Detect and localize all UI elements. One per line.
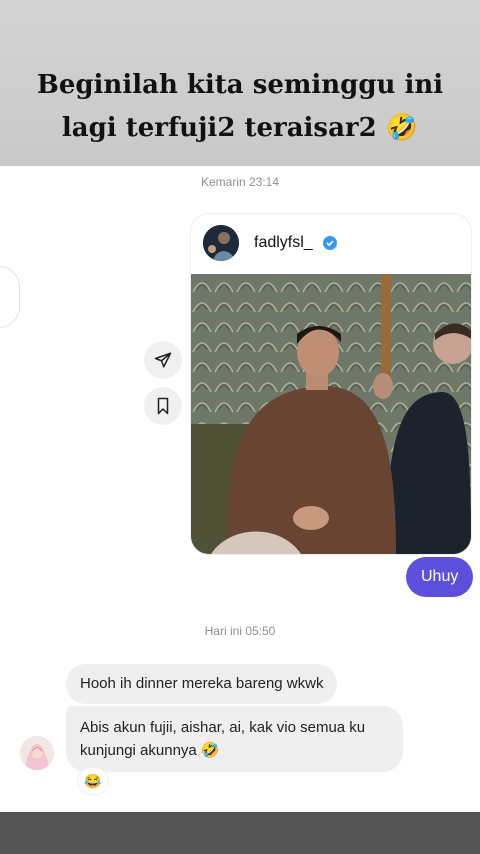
sent-message-bubble[interactable]: Uhuy: [406, 557, 474, 597]
bookmark-icon: [157, 397, 169, 415]
caption-line-1: Beginilah kita seminggu ini: [36, 70, 444, 100]
timestamp-yesterday: Kemarin 23:14: [200, 175, 280, 189]
post-username[interactable]: fadlyfsl_: [254, 234, 313, 252]
share-button[interactable]: [144, 341, 182, 379]
bottom-bar: [0, 812, 480, 854]
caption: Beginilah kita seminggu ini lagi terfuji…: [0, 64, 480, 150]
post-photo[interactable]: [191, 274, 471, 554]
caption-line-2: lagi terfuji2 teraisar2 🤣: [61, 113, 419, 143]
verified-badge-icon: [323, 236, 337, 250]
received-message-2[interactable]: Abis akun fujii, aishar, ai, kak vio sem…: [66, 706, 403, 772]
post-author-avatar[interactable]: [203, 225, 239, 261]
received-message-1[interactable]: Hooh ih dinner mereka bareng wkwk: [66, 664, 338, 704]
shared-post[interactable]: fadlyfsl_: [191, 214, 471, 554]
timestamp-today: Hari ini 05:50: [204, 624, 276, 638]
partial-left-element: [0, 266, 20, 328]
message-reaction[interactable]: 😂: [78, 768, 108, 794]
save-button[interactable]: [144, 387, 182, 425]
sender-avatar[interactable]: [20, 736, 54, 770]
paper-plane-icon: [154, 352, 172, 368]
post-header: fadlyfsl_: [191, 214, 471, 272]
